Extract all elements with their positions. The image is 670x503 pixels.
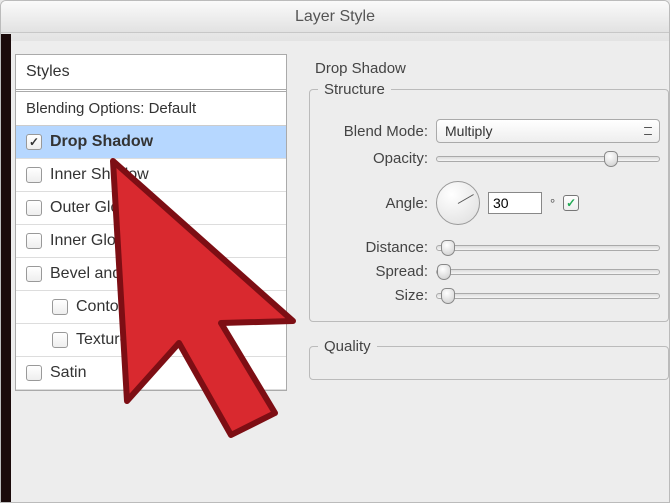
quality-group: Quality: [309, 338, 669, 380]
style-row-outer-glow[interactable]: Outer Glow: [16, 192, 286, 225]
style-row-texture[interactable]: Texture: [16, 324, 286, 357]
blending-options-row[interactable]: Blending Options: Default: [16, 92, 286, 126]
distance-slider-thumb[interactable]: [441, 240, 455, 256]
structure-group: Structure Blend Mode: Multiply Opacity: …: [309, 81, 669, 322]
style-checkbox[interactable]: [26, 167, 42, 183]
spread-slider[interactable]: [436, 269, 660, 275]
angle-degree-symbol: °: [550, 196, 555, 211]
spread-row: Spread:: [318, 263, 660, 280]
style-label: Outer Glow: [50, 199, 131, 217]
styles-list: Drop Shadow Inner Shadow Outer Glow Inner G…: [16, 126, 286, 390]
style-checkbox[interactable]: [26, 134, 42, 150]
style-label: Satin: [50, 364, 86, 382]
style-label: Bevel and Emboss: [50, 265, 183, 283]
angle-input[interactable]: [488, 192, 542, 214]
use-global-light-checkbox[interactable]: [563, 195, 579, 211]
style-row-bevel-and-emboss[interactable]: Bevel and Emboss: [16, 258, 286, 291]
section-title: Drop Shadow: [315, 60, 669, 77]
style-checkbox[interactable]: [52, 299, 68, 315]
style-checkbox[interactable]: [26, 233, 42, 249]
style-label: Contour: [76, 298, 133, 316]
style-label: Texture: [76, 331, 128, 349]
angle-row: Angle: °: [318, 181, 660, 225]
window-title: Layer Style: [295, 8, 375, 25]
size-slider[interactable]: [436, 293, 660, 299]
style-row-drop-shadow[interactable]: Drop Shadow: [16, 126, 286, 159]
angle-label: Angle:: [318, 195, 428, 212]
distance-slider[interactable]: [436, 245, 660, 251]
style-row-satin[interactable]: Satin: [16, 357, 286, 390]
opacity-label: Opacity:: [318, 150, 428, 167]
window-titlebar: Layer Style: [1, 1, 669, 33]
distance-row: Distance:: [318, 239, 660, 256]
style-label: Inner Shadow: [50, 166, 149, 184]
styles-panel: Styles Blending Options: Default Drop Sh…: [15, 54, 287, 391]
style-checkbox[interactable]: [26, 200, 42, 216]
settings-panel: Drop Shadow Structure Blend Mode: Multip…: [303, 54, 669, 502]
blend-mode-select[interactable]: Multiply: [436, 119, 660, 143]
style-checkbox[interactable]: [52, 332, 68, 348]
spread-slider-thumb[interactable]: [437, 264, 451, 280]
size-slider-thumb[interactable]: [441, 288, 455, 304]
style-checkbox[interactable]: [26, 365, 42, 381]
spread-label: Spread:: [318, 263, 428, 280]
style-row-inner-shadow[interactable]: Inner Shadow: [16, 159, 286, 192]
opacity-slider[interactable]: [436, 156, 660, 162]
layer-style-window: Layer Style Styles Blending Options: Def…: [0, 0, 670, 503]
blend-mode-row: Blend Mode: Multiply: [318, 119, 660, 143]
styles-header[interactable]: Styles: [16, 55, 286, 92]
distance-label: Distance:: [318, 239, 428, 256]
left-edge-strip: [1, 34, 11, 502]
size-row: Size:: [318, 287, 660, 304]
quality-legend: Quality: [318, 338, 377, 355]
style-label: Drop Shadow: [50, 133, 153, 151]
opacity-row: Opacity:: [318, 150, 660, 167]
size-label: Size:: [318, 287, 428, 304]
opacity-slider-thumb[interactable]: [604, 151, 618, 167]
style-label: Inner Glow: [50, 232, 127, 250]
structure-legend: Structure: [318, 81, 391, 98]
style-row-inner-glow[interactable]: Inner Glow: [16, 225, 286, 258]
angle-dial[interactable]: [436, 181, 480, 225]
blend-mode-value: Multiply: [445, 123, 492, 139]
style-checkbox[interactable]: [26, 266, 42, 282]
blend-mode-label: Blend Mode:: [318, 123, 428, 140]
style-row-contour[interactable]: Contour: [16, 291, 286, 324]
